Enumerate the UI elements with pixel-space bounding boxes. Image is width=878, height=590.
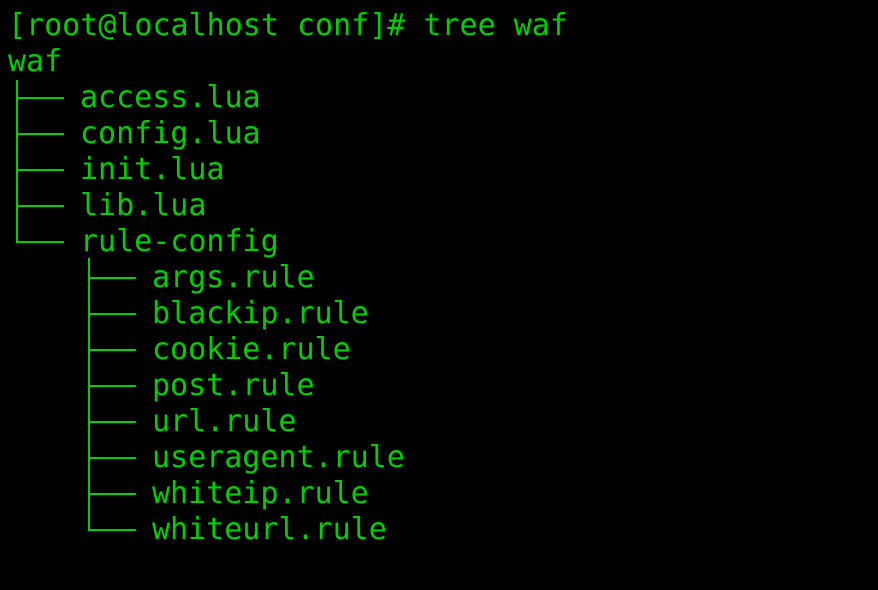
tree-entry-name: lib.lua	[80, 188, 207, 223]
tree-branch-line	[88, 493, 136, 495]
tree-branch-line	[88, 529, 136, 531]
tree-branch-line	[88, 349, 136, 351]
tree-entry-name: url.rule	[152, 404, 297, 439]
tree-root: waf	[8, 44, 63, 79]
tree-entry-name: useragent.rule	[152, 440, 405, 475]
tree-branch-line	[88, 457, 136, 459]
shell-prompt: [root@localhost conf]#	[8, 8, 424, 43]
shell-command: tree waf	[423, 8, 568, 43]
tree-branch-line	[88, 277, 136, 279]
tree-branch-line	[16, 205, 64, 207]
tree-entry-name: args.rule	[152, 260, 315, 295]
tree-entry-name: post.rule	[152, 368, 315, 403]
tree-branch-line	[16, 241, 64, 243]
previous-output-fragment	[8, 0, 608, 4]
tree-entry-name: whiteurl.rule	[152, 512, 387, 547]
terminal-window[interactable]: [root@localhost conf]# tree waf waf acce…	[0, 0, 878, 590]
tree-branch-line	[88, 385, 136, 387]
tree-branch-line	[16, 97, 64, 99]
tree-entry-name: config.lua	[80, 116, 261, 151]
prompt-line: [root@localhost conf]# tree waf	[8, 8, 568, 44]
tree-entry-name: access.lua	[80, 80, 261, 115]
tree-branch-line	[88, 421, 136, 423]
tree-entry-name: whiteip.rule	[152, 476, 369, 511]
tree-branch-line	[88, 313, 136, 315]
tree-trunk-line	[88, 258, 90, 530]
tree-branch-line	[16, 133, 64, 135]
tree-branch-line	[16, 169, 64, 171]
tree-entry-name: cookie.rule	[152, 332, 351, 367]
tree-trunk-line	[16, 80, 18, 242]
tree-entry-name: rule-config	[80, 224, 279, 259]
tree-entry-name: blackip.rule	[152, 296, 369, 331]
tree-entry-name: init.lua	[80, 152, 225, 187]
